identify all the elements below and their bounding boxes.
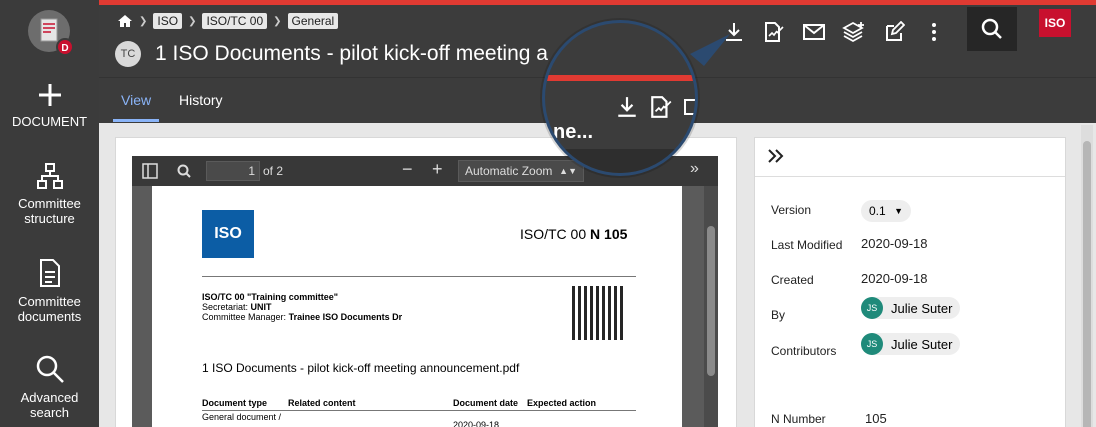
created-label: Created [771, 273, 814, 287]
chevron-right-icon: ❯ [273, 15, 282, 27]
document-toolbar [721, 19, 947, 45]
collapse-panel-icon[interactable] [767, 148, 785, 164]
sign-document-button[interactable] [761, 19, 787, 45]
app-window: D DOCUMENT Committee structure Committee… [0, 0, 1096, 427]
nav-label-document: DOCUMENT [11, 114, 88, 129]
nav-committee-documents[interactable]: Committee documents [0, 258, 99, 324]
zoom-value: Automatic Zoom [465, 164, 553, 178]
left-sidebar: D DOCUMENT Committee structure Committee… [0, 0, 99, 427]
add-layer-button[interactable] [841, 19, 867, 45]
hierarchy-icon [36, 163, 63, 189]
breadcrumb-item-iso[interactable]: ISO [153, 13, 183, 29]
find-icon[interactable] [176, 163, 192, 179]
breadcrumb-item-general[interactable]: General [287, 13, 339, 29]
zoomed-title: ne... [553, 121, 594, 143]
zoomed-tab-bar [545, 149, 695, 173]
last-modified-value: 2020-09-18 [861, 236, 928, 251]
iso-document-logo: ISO [202, 210, 254, 258]
pdf-canvas-area: ISO ISO/TC 00 N 105 ISO/TC 00 "Training … [132, 186, 718, 427]
document-file-name: 1 ISO Documents - pilot kick-off meeting… [202, 361, 520, 375]
sidebar-toggle-icon[interactable] [142, 163, 158, 179]
document-edit-icon [651, 96, 672, 118]
home-icon[interactable] [117, 14, 133, 28]
new-document-button[interactable]: DOCUMENT [0, 82, 99, 129]
tab-history[interactable]: History [179, 78, 223, 122]
n-number-label: N Number [771, 412, 826, 426]
page-number-input[interactable]: 1 [206, 161, 260, 181]
avatar: JS [861, 297, 883, 319]
table-header: Document date [453, 398, 519, 408]
last-modified-label: Last Modified [771, 238, 843, 252]
chevron-right-icon: ❯ [188, 15, 197, 27]
version-label: Version [771, 203, 812, 217]
nav-committee-structure[interactable]: Committee structure [0, 162, 99, 226]
user-badge: D [56, 38, 74, 56]
qr-code [572, 286, 626, 340]
main-scrollbar[interactable] [1081, 125, 1093, 427]
zoom-callout: ne... [542, 20, 698, 176]
divider [202, 276, 636, 277]
chevron-right-icon: ❯ [139, 15, 148, 27]
table-header: Document type [202, 398, 268, 408]
search-button[interactable] [967, 7, 1017, 51]
zoom-in-icon[interactable]: + [432, 159, 443, 180]
divider [202, 410, 636, 411]
contributor-chip[interactable]: JS Julie Suter [861, 333, 961, 355]
pdf-scrollbar[interactable] [704, 186, 718, 427]
search-icon [36, 355, 64, 383]
title-row: TC 1 ISO Documents - pilot kick-off meet… [115, 41, 548, 67]
tab-view[interactable]: View [113, 78, 160, 122]
document-reference: ISO/TC 00 N 105 [520, 226, 628, 242]
table-header: Related content [288, 398, 356, 408]
divider [755, 176, 1065, 177]
page-count: of 2 [263, 164, 284, 178]
table-cell: General document / [202, 412, 282, 422]
search-icon [981, 18, 1002, 39]
download-icon [618, 97, 636, 117]
pdf-page: ISO ISO/TC 00 N 105 ISO/TC 00 "Training … [152, 186, 682, 427]
accent-bar [545, 75, 695, 81]
callout-pointer [690, 34, 730, 66]
iso-logo[interactable]: ISO [1039, 9, 1071, 37]
breadcrumb: ❯ ISO ❯ ISO/TC 00 ❯ General [117, 13, 339, 29]
zoomed-toolbar [615, 95, 695, 119]
nav-label-committee-structure: Committee structure [18, 196, 81, 226]
layers-add-icon [842, 21, 864, 43]
more-button[interactable] [921, 19, 947, 45]
page-title: 1 ISO Documents - pilot kick-off meeting… [155, 42, 548, 65]
by-label: By [771, 308, 786, 322]
table-cell: 2020-09-18 [453, 420, 500, 427]
document-info-panel: Version 0.1 ▼ Last Modified 2020-09-18 C… [754, 137, 1066, 427]
document-icon [39, 259, 60, 287]
nav-advanced-search[interactable]: Advanced search [0, 354, 99, 420]
avatar: JS [861, 333, 883, 355]
manager-line: Committee Manager: Trainee ISO Documents… [202, 312, 403, 322]
author-chip[interactable]: JS Julie Suter [861, 297, 961, 319]
zoom-out-icon[interactable]: − [402, 159, 413, 180]
breadcrumb-item-tc[interactable]: ISO/TC 00 [202, 13, 268, 29]
more-vertical-icon [932, 23, 936, 41]
mail-icon [803, 24, 825, 40]
nav-label-advanced-search: Advanced search [20, 390, 79, 420]
committee-avatar: TC [115, 41, 141, 67]
author-name: Julie Suter [891, 300, 953, 316]
contributor-name: Julie Suter [891, 336, 953, 352]
plus-icon [38, 84, 61, 106]
edit-icon [886, 21, 905, 41]
caret-down-icon: ▼ [894, 206, 903, 216]
edit-button[interactable] [881, 19, 907, 45]
version-value: 0.1 [869, 204, 886, 218]
app-logo[interactable]: D [28, 10, 74, 56]
email-button[interactable] [801, 19, 827, 45]
nav-label-committee-documents: Committee documents [17, 294, 82, 324]
document-edit-icon [765, 22, 784, 42]
n-number-value: 105 [865, 411, 887, 426]
created-value: 2020-09-18 [861, 271, 928, 286]
document-viewer-card: 1 of 2 − + Automatic Zoom ▲▼ » ISO ISO/T… [115, 137, 737, 427]
mail-icon [684, 99, 695, 115]
version-select[interactable]: 0.1 ▼ [861, 200, 911, 222]
contributors-label: Contributors [771, 344, 837, 358]
table-header: Expected action [527, 398, 597, 408]
